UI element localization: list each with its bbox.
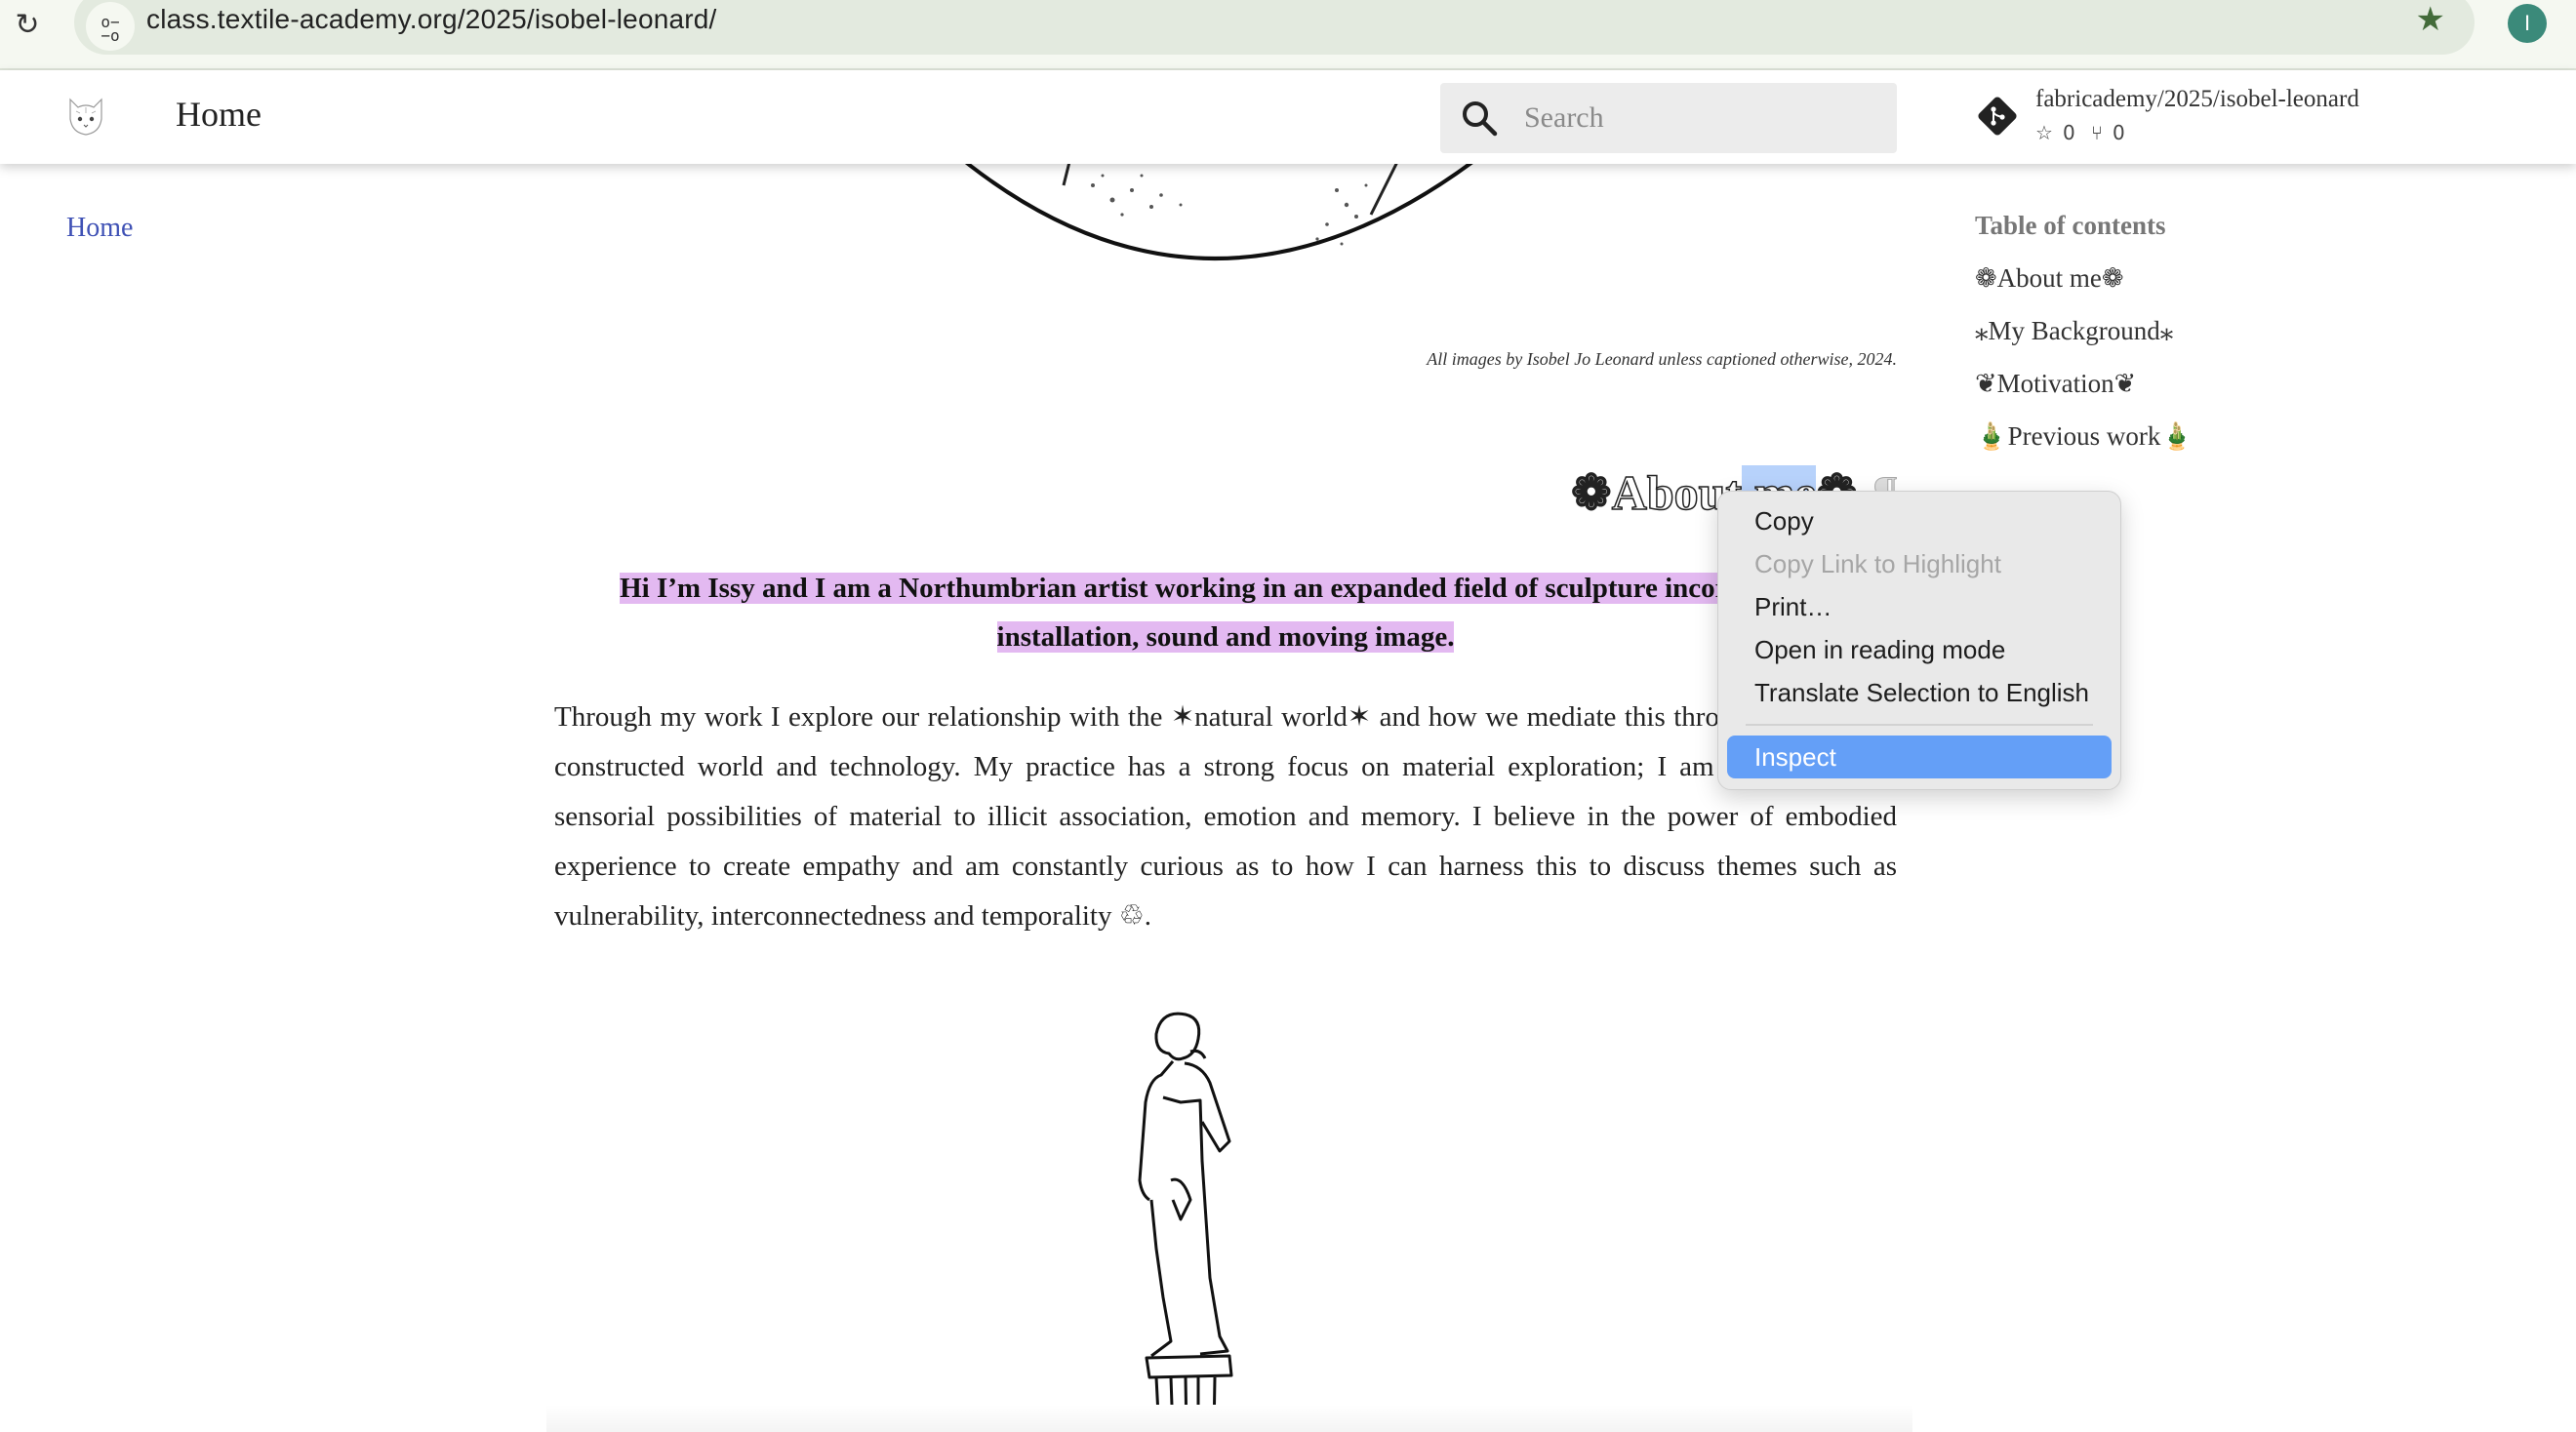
toc-item-about-me[interactable]: ❁About me❁ — [1975, 262, 2194, 315]
bottom-fade — [546, 1405, 1912, 1432]
intro-line-2: installation, sound and moving image. — [996, 621, 1455, 653]
browser-toolbar: ↻ o− −o class.textile-academy.org/2025/is… — [0, 0, 2576, 70]
fork-count: 0 — [2113, 121, 2125, 144]
star-icon: ☆ — [2035, 121, 2053, 144]
site-info-icon[interactable]: o− −o — [86, 2, 135, 51]
context-menu: Copy Copy Link to Highlight Print… Open … — [1717, 491, 2121, 790]
intro-line-1: Hi I’m Issy and I am a Northumbrian arti… — [620, 573, 1831, 604]
image-caption: All images by Isobel Jo Leonard unless c… — [1427, 349, 1897, 369]
nav-home-link[interactable]: Home — [66, 213, 133, 244]
cat-logo-icon[interactable] — [64, 94, 107, 137]
repo-facts: ☆ 0 ⑂ 0 — [2035, 121, 2135, 144]
menu-item-print[interactable]: Print… — [1727, 585, 2112, 628]
reload-icon[interactable]: ↻ — [8, 6, 47, 45]
fork-icon: ⑂ — [2091, 121, 2104, 144]
menu-item-copy-link-to-highlight: Copy Link to Highlight — [1754, 549, 2001, 578]
toc-item-previous-work[interactable]: 🎍Previous work🎍 — [1975, 420, 2194, 473]
profile-avatar[interactable]: I — [2508, 4, 2547, 43]
star-count: 0 — [2062, 121, 2075, 144]
about-me-heading: ❁About me❁¶ — [554, 464, 1898, 521]
menu-item-copy[interactable]: Copy — [1727, 499, 2112, 542]
search-input[interactable] — [1524, 99, 1875, 138]
about-paragraph: Through my work I explore our relationsh… — [554, 701, 1897, 932]
menu-item-translate-selection[interactable]: Translate Selection to English — [1727, 671, 2112, 714]
toc-item-motivation[interactable]: ❦Motivation❦ — [1975, 368, 2194, 420]
toc-item-my-background[interactable]: ⁎My Background⁎ — [1975, 315, 2194, 368]
site-title[interactable]: Home — [176, 94, 262, 135]
search-icon — [1463, 101, 1498, 137]
menu-item-inspect[interactable]: Inspect — [1727, 736, 2112, 778]
statue-drawing — [1138, 1012, 1233, 1432]
git-icon — [1978, 97, 2017, 136]
site-header: Home fabricademy/2025/isobel-leonard ☆ 0 … — [0, 70, 2576, 164]
intro-highlight: Hi I’m Issy and I am a Northumbrian arti… — [554, 564, 1897, 661]
hero-circle-drawing — [945, 146, 1495, 260]
repo-name[interactable]: fabricademy/2025/isobel-leonard — [2035, 86, 2359, 113]
search-box[interactable] — [1440, 83, 1897, 153]
menu-separator — [1746, 724, 2093, 726]
toc-title: Table of contents — [1975, 211, 2166, 240]
url-text[interactable]: class.textile-academy.org/2025/isobel-le… — [146, 4, 717, 35]
address-bar[interactable]: o− −o class.textile-academy.org/2025/isob… — [74, 0, 2475, 55]
menu-item-open-reading-mode[interactable]: Open in reading mode — [1727, 628, 2112, 671]
table-of-contents: Table of contents ❁About me❁ ⁎My Backgro… — [1975, 211, 2194, 473]
flower-ornament-icon: ❁ — [1570, 465, 1612, 520]
bookmark-star-icon[interactable]: ★ — [2416, 0, 2445, 39]
